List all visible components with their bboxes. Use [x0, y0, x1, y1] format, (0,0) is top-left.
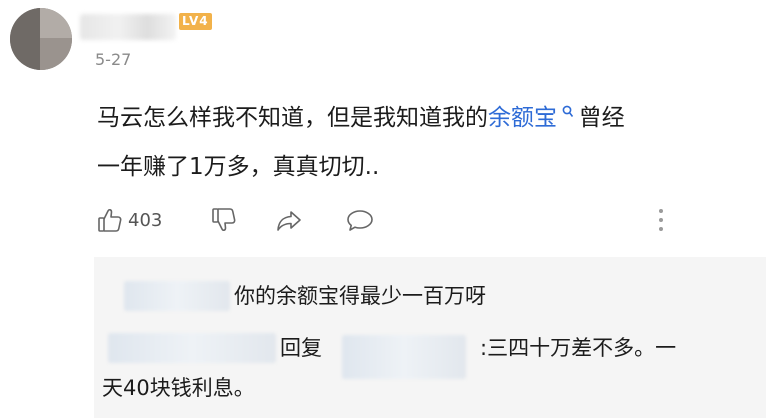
avatar[interactable]: [10, 8, 72, 70]
thumbs-up-icon: [96, 206, 124, 234]
reply-2-text-line2: 天40块钱利息。: [102, 376, 255, 400]
reply-2-target-blurred[interactable]: [342, 335, 466, 379]
search-icon[interactable]: [557, 105, 579, 123]
like-button[interactable]: 403: [96, 204, 162, 236]
reply-1-username-blurred[interactable]: [124, 281, 230, 311]
thumbs-down-icon: [210, 206, 238, 234]
action-bar: 403: [96, 204, 736, 236]
comment-text-line2: 一年赚了1万多，真真切切..: [97, 154, 380, 180]
comment-text-part2: 曾经: [578, 105, 625, 131]
share-icon: [274, 206, 304, 234]
reply-2-reply-word: 回复: [280, 336, 322, 360]
comment-date: 5-27: [95, 50, 132, 69]
share-button[interactable]: [274, 204, 304, 236]
yuebao-link[interactable]: 余额宝: [488, 105, 557, 131]
like-count: 403: [128, 209, 163, 231]
reply-box: 你的余额宝得最少一百万呀 回复 :三四十万差不多。一 天40块钱利息。: [94, 257, 766, 418]
username-blurred[interactable]: [80, 14, 176, 40]
reply-2-username-blurred[interactable]: [108, 333, 276, 363]
comment-text: 马云怎么样我不知道，但是我知道我的余额宝 曾经 一年赚了1万多，真真切切..: [97, 94, 737, 192]
level-badge: LV4: [179, 13, 212, 30]
reply-2-text-line1: :三四十万差不多。一: [480, 336, 677, 360]
comment-icon: [345, 206, 375, 234]
reply-1-text: 你的余额宝得最少一百万呀: [234, 284, 486, 308]
comment-text-part1: 马云怎么样我不知道，但是我知道我的: [97, 105, 488, 131]
more-icon[interactable]: [656, 204, 666, 236]
reply-button[interactable]: [345, 204, 375, 236]
dislike-button[interactable]: [210, 204, 238, 236]
